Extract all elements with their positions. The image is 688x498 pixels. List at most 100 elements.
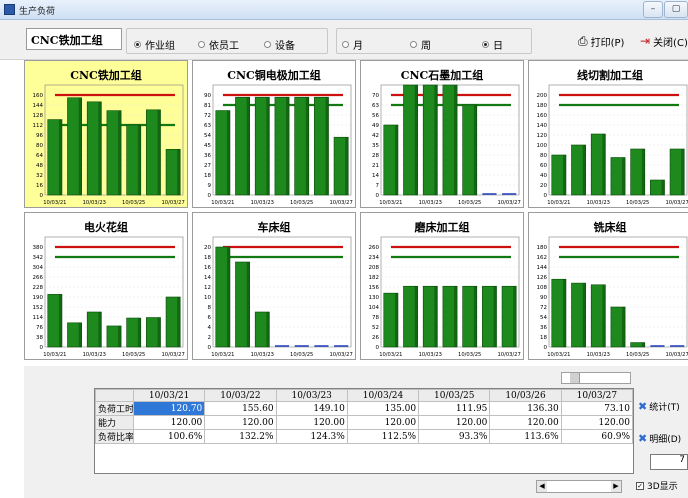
y-tick-label: 0 [376,193,380,199]
radio-by-workgroup[interactable]: 作业组 [134,37,175,52]
chart-scrollbar[interactable] [561,372,631,384]
chart-panel-6[interactable]: 磨床加工组 0 26 52 78 104 130 156 182 208 234 260 10/03/… [360,212,524,360]
column-header[interactable]: 10/03/26 [489,389,562,402]
print-button[interactable]: ⎙ 打印(P) [578,30,624,52]
3d-display-checkbox[interactable]: ✓ 3D显示 [636,479,678,492]
y-tick-label: 180 [537,245,548,251]
close-button[interactable]: ⇥ 关闭(C) [640,30,688,52]
radio-by-equipment[interactable]: 设备 [264,37,295,52]
y-tick-label: 4 [208,325,212,331]
toolbar: CNC铁加工组 作业组 依员工 设备 月 周 日 ⎙ 打印(P) ⇥ 关闭(C) [0,20,688,60]
y-tick-label: 80 [36,143,43,149]
x-tick-label: 10/03/23 [419,200,442,206]
day-count-input[interactable]: 7 [650,454,688,470]
column-header[interactable]: 10/03/27 [560,389,634,402]
radio-by-employee[interactable]: 依员工 [198,37,239,52]
scroll-thumb[interactable] [570,373,580,383]
table-cell[interactable]: 155.60 [204,401,277,416]
y-tick-label: 208 [369,265,380,271]
y-tick-label: 80 [540,153,547,159]
column-header[interactable]: 10/03/22 [204,389,277,402]
bar-shade [98,101,102,195]
table-cell[interactable]: 120.00 [204,415,277,430]
table-cell[interactable]: 120.00 [489,415,562,430]
table-cell[interactable]: 60.9% [560,429,634,444]
bar-shade [562,155,566,195]
table-cell[interactable]: 120.00 [346,415,420,430]
table-cell[interactable]: 132.2% [204,429,277,444]
chart-panel-7[interactable]: 铣床组 0 18 36 54 72 90 108 126 144 162 180 10/03/21 10… [528,212,688,360]
x-tick-label: 10/03/27 [161,352,184,358]
table-scrollbar[interactable]: ◀ ▶ [536,480,622,493]
y-tick-label: 112 [33,123,44,129]
table-cell[interactable]: 120.00 [275,415,348,430]
x-tick-label: 10/03/21 [547,200,570,206]
chart-panel-2[interactable]: CNC石墨加工组 0 7 14 21 28 35 42 49 56 63 70 10/03/21 10/… [360,60,524,208]
bar-shade [118,325,122,347]
bar-shade [434,85,438,195]
bar-shade [394,125,398,195]
row-header: 负荷比率 [95,429,134,444]
table-cell[interactable]: 124.3% [275,429,348,444]
table-cell[interactable]: 136.30 [489,401,562,416]
bar-shade [58,119,62,195]
column-header[interactable]: 10/03/21 [132,389,206,402]
y-tick-label: 114 [33,315,44,321]
chart-panel-3[interactable]: 线切割加工组 0 20 40 60 80 100 120 140 160 180 200 10/03/… [528,60,688,208]
load-table[interactable]: 10/03/21 10/03/22 10/03/23 10/03/24 10/0… [94,388,634,474]
y-tick-label: 36 [204,153,211,159]
chart-1: 0 9 18 27 36 45 54 63 72 81 90 10/03/21 10/03/23 10/0… [204,84,353,206]
table-cell[interactable]: 111.95 [418,401,491,416]
stats-button[interactable]: ✖ 统计(T) [636,394,688,418]
maximize-button[interactable]: ▢ [664,1,688,18]
minimize-button[interactable]: – [643,1,663,18]
y-tick-label: 18 [204,255,211,261]
table-cell[interactable]: 120.00 [560,415,634,430]
y-tick-label: 70 [372,93,379,99]
window-title: 生产负荷 [19,7,56,17]
group-selector[interactable]: CNC铁加工组 [26,28,122,50]
radio-week[interactable]: 周 [410,37,431,52]
x-tick-label: 10/03/23 [419,352,442,358]
scroll-left-icon[interactable]: ◀ [537,481,547,492]
table-cell[interactable]: 149.10 [275,401,348,416]
radio-label: 日 [493,41,503,52]
y-tick-label: 130 [369,295,380,301]
table-cell[interactable]: 73.10 [560,401,634,416]
chart-5: 0 2 4 6 8 10 12 14 16 18 20 10/03/21 10/03/23 10/03/2… [204,236,353,358]
bar-shade [493,286,497,347]
x-tick-label: 10/03/27 [497,200,520,206]
y-tick-label: 45 [204,143,211,149]
y-tick-label: 81 [204,103,211,109]
y-tick-label: 20 [540,183,547,189]
detail-button[interactable]: ✖ 明细(D) [636,426,688,450]
stats-label: 统计(T) [649,402,680,413]
y-tick-label: 63 [372,103,379,109]
table-cell[interactable]: 112.5% [346,429,420,444]
radio-day[interactable]: 日 [482,37,503,52]
scroll-right-icon[interactable]: ▶ [611,481,621,492]
column-header[interactable]: 10/03/24 [346,389,420,402]
table-cell[interactable]: 113.6% [489,429,562,444]
bar-shade [157,109,161,195]
chart-panel-4[interactable]: 电火花组 0 38 76 114 152 190 228 266 304 342 380 10/03/… [24,212,188,360]
table-cell[interactable]: 100.6% [132,429,206,444]
bar-shade [137,125,141,195]
checkbox-box[interactable]: ✓ [636,481,644,490]
bar-shade [157,317,161,347]
table-cell[interactable]: 120.70 [132,401,206,416]
chart-panel-1[interactable]: CNC铜电极加工组 0 9 18 27 36 45 54 63 72 81 90 10/03/21 10… [192,60,356,208]
bar-shade [513,286,517,347]
table-cell[interactable]: 120.00 [132,415,206,430]
radio-month[interactable]: 月 [342,37,363,52]
x-tick-label: 10/03/21 [43,200,66,206]
chart-panel-0[interactable]: CNC铁加工组 0 16 32 48 64 80 96 112 128 144 160 10/03/2… [24,60,188,208]
table-cell[interactable]: 93.3% [418,429,491,444]
x-tick-label: 10/03/23 [83,200,106,206]
table-cell[interactable]: 135.00 [346,401,420,416]
column-header[interactable]: 10/03/25 [418,389,491,402]
column-header[interactable]: 10/03/23 [275,389,348,402]
chart-panel-5[interactable]: 车床组 0 2 4 6 8 10 12 14 16 18 20 10/03/21 10/03/23 10/… [192,212,356,360]
table-cell[interactable]: 120.00 [418,415,491,430]
x-tick-label: 10/03/21 [547,352,570,358]
